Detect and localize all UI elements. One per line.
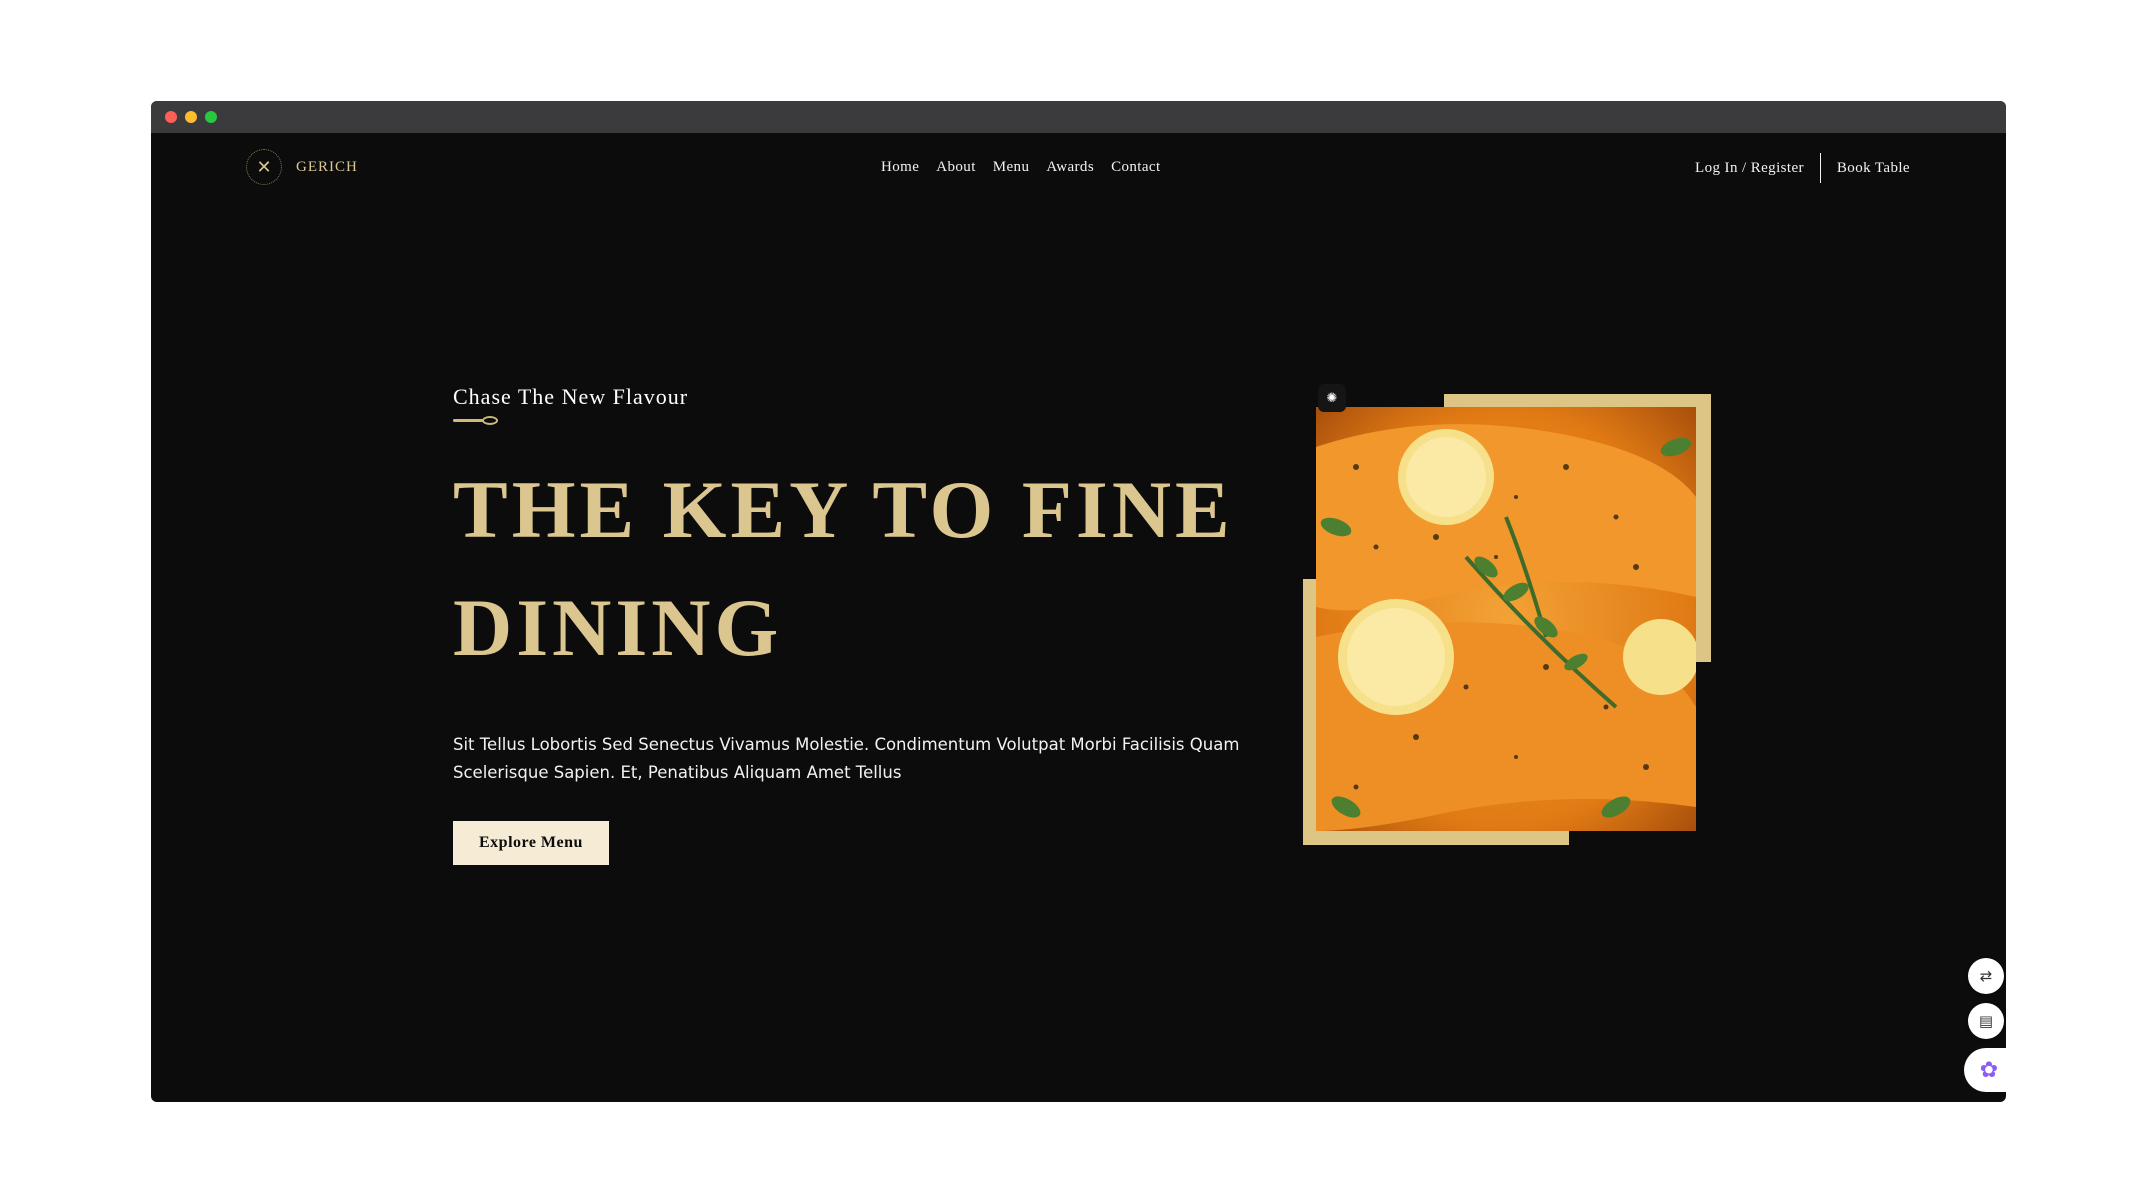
spoon-divider-icon [453, 416, 1253, 425]
brain-icon[interactable]: ✿ [1964, 1048, 2006, 1092]
logo-text: GERICH [296, 158, 358, 175]
nav-link-awards[interactable]: Awards [1046, 159, 1094, 176]
main-menu: Home About Menu Awards Contact [881, 159, 1161, 176]
nav-link-contact[interactable]: Contact [1111, 159, 1160, 176]
maximize-window-button[interactable] [205, 111, 217, 123]
hero-food-image [1316, 407, 1696, 831]
nav-divider [1819, 153, 1821, 183]
translate-icon[interactable]: ⇄ [1968, 958, 2004, 994]
window-titlebar [151, 101, 2006, 133]
site-navbar: ✕ GERICH Home About Menu Awards Contact … [151, 133, 2006, 201]
hero-content: Chase The New Flavour THE KEY TO FINE DI… [453, 384, 1253, 865]
crossed-fork-knife-icon: ✕ [246, 149, 282, 185]
nav-link-home[interactable]: Home [881, 159, 919, 176]
minimize-window-button[interactable] [185, 111, 197, 123]
hero-description: Sit Tellus Lobortis Sed Senectus Vivamus… [453, 735, 1240, 782]
login-register-link[interactable]: Log In / Register [1695, 160, 1804, 177]
nav-link-menu[interactable]: Menu [993, 159, 1030, 176]
book-icon[interactable]: ▤ [1968, 1003, 2004, 1039]
account-nav: Log In / Register Book Table [1695, 153, 1910, 183]
book-table-link[interactable]: Book Table [1837, 160, 1910, 177]
image-ai-badge-icon[interactable]: ✺ [1318, 384, 1346, 412]
explore-menu-button[interactable]: Explore Menu [453, 821, 609, 865]
hero-headline: THE KEY TO FINE DINING [453, 464, 1234, 673]
browser-window: ✕ GERICH Home About Menu Awards Contact … [151, 101, 2006, 1102]
close-window-button[interactable] [165, 111, 177, 123]
site-logo[interactable]: ✕ GERICH [246, 149, 358, 185]
hero-subtitle: Chase The New Flavour [453, 384, 689, 409]
nav-link-about[interactable]: About [936, 159, 976, 176]
